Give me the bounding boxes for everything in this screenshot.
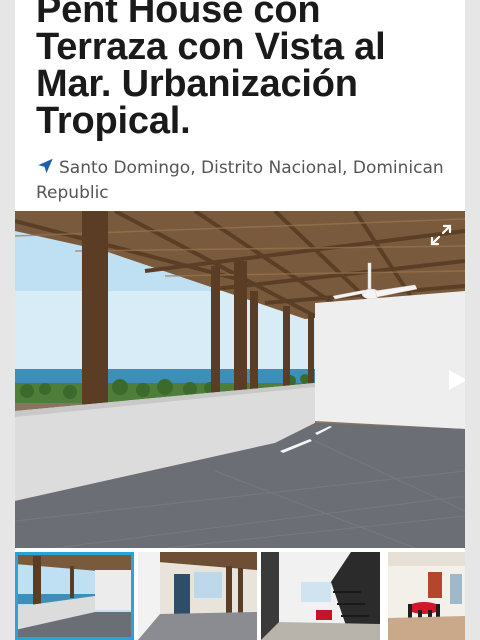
location-arrow-icon	[38, 158, 53, 174]
location-text: Santo Domingo, Distrito Nacional, Domini…	[36, 158, 444, 203]
listing-card: Pent House con Terraza con Vista al Mar.…	[15, 0, 465, 640]
expand-icon[interactable]	[430, 224, 452, 246]
thumbnail-dining-image	[388, 552, 465, 640]
main-photo[interactable]	[15, 211, 465, 548]
thumbnail-2[interactable]	[138, 552, 257, 640]
thumbnail-balcony-image	[138, 552, 257, 640]
thumbnail-terrace-image	[15, 552, 134, 640]
thumbnail-3[interactable]	[261, 552, 380, 640]
play-next-icon[interactable]	[447, 368, 465, 392]
listing-location: Santo Domingo, Distrito Nacional, Domini…	[36, 156, 456, 206]
terrace-photo	[15, 211, 465, 548]
thumbnail-4[interactable]	[388, 552, 465, 640]
thumbnail-stairs-image	[261, 552, 380, 640]
listing-title: Pent House con Terraza con Vista al Mar.…	[36, 0, 386, 142]
thumbnail-1[interactable]	[15, 552, 134, 640]
